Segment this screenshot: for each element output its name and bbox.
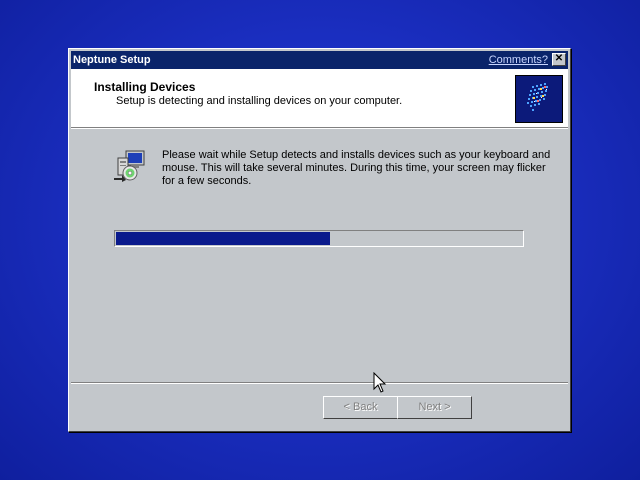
install-devices-icon <box>113 149 147 183</box>
setup-dialog: Neptune Setup Comments? ✕ Installing Dev… <box>68 48 571 432</box>
page-subtitle: Setup is detecting and installing device… <box>116 95 403 107</box>
install-progress-bar <box>114 230 524 247</box>
wizard-header: Installing Devices Setup is detecting an… <box>71 69 568 128</box>
comments-link[interactable]: Comments? <box>489 51 548 69</box>
close-button[interactable]: ✕ <box>552 53 566 66</box>
page-title: Installing Devices <box>94 80 196 94</box>
install-message: Please wait while Setup detects and inst… <box>162 149 551 187</box>
close-icon: ✕ <box>554 53 564 64</box>
window-title: Neptune Setup <box>73 54 151 66</box>
title-bar[interactable]: Neptune Setup Comments? ✕ <box>71 51 568 69</box>
footer-divider <box>71 382 568 384</box>
next-button[interactable]: Next > <box>397 396 472 419</box>
back-button[interactable]: < Back <box>323 396 398 419</box>
progress-fill <box>116 232 331 245</box>
mouse-pointer-icon <box>373 371 387 394</box>
setup-logo-icon <box>515 75 563 123</box>
header-divider <box>71 128 568 129</box>
